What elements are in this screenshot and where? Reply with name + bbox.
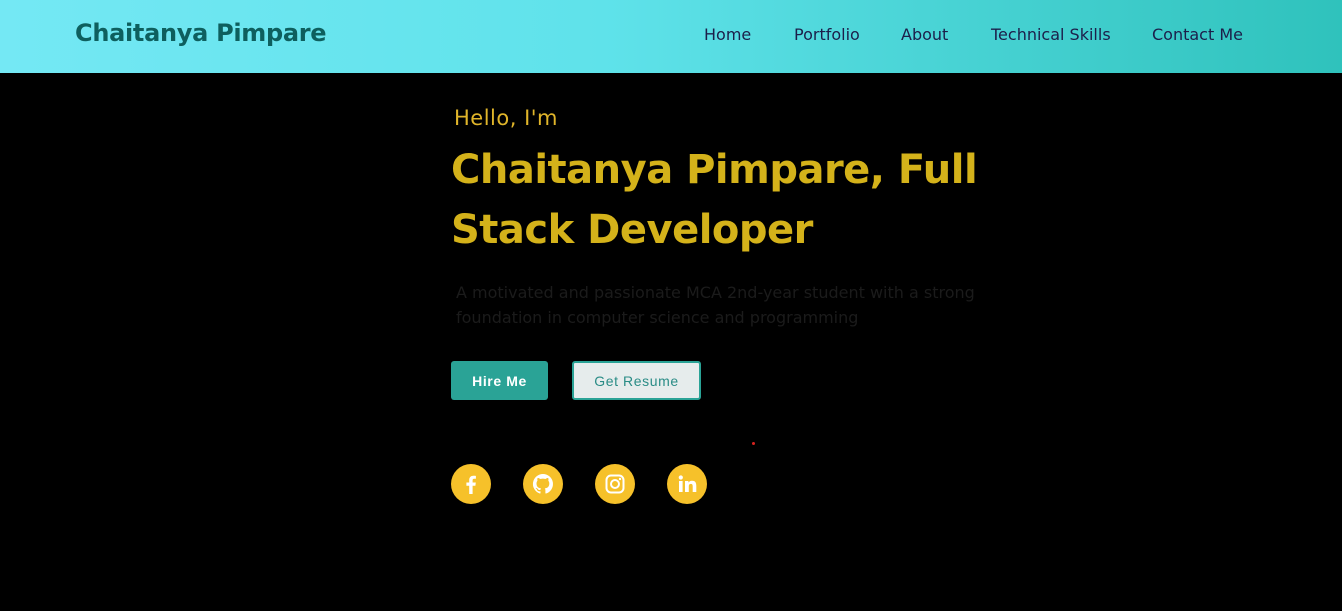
nav-link-portfolio[interactable]: Portfolio [794, 25, 860, 44]
instagram-icon [603, 472, 627, 496]
github-link[interactable] [523, 464, 563, 504]
hire-me-button[interactable]: Hire Me [451, 361, 548, 400]
nav-link-technical-skills[interactable]: Technical Skills [991, 25, 1111, 44]
nav-menu: Home Portfolio About Technical Skills Co… [0, 25, 1342, 49]
instagram-link[interactable] [595, 464, 635, 504]
linkedin-link[interactable] [667, 464, 707, 504]
nav-link-about[interactable]: About [901, 25, 948, 44]
hero-headline: Chaitanya Pimpare, Full Stack Developer [451, 147, 978, 253]
linkedin-icon [675, 472, 699, 496]
get-resume-button[interactable]: Get Resume [572, 361, 701, 400]
facebook-icon [459, 472, 483, 496]
hero-section: Hello, I'm Chaitanya Pimpare, Full Stack… [0, 73, 1342, 611]
github-icon [531, 472, 555, 496]
navbar: Chaitanya Pimpare Home Portfolio About T… [0, 0, 1342, 73]
hero-greeting: Hello, I'm [454, 106, 559, 130]
facebook-link[interactable] [451, 464, 491, 504]
hero-tagline: A motivated and passionate MCA 2nd-year … [456, 283, 975, 327]
nav-link-home[interactable]: Home [704, 25, 751, 44]
decorative-dot [752, 442, 755, 445]
nav-link-contact-me[interactable]: Contact Me [1152, 25, 1243, 44]
